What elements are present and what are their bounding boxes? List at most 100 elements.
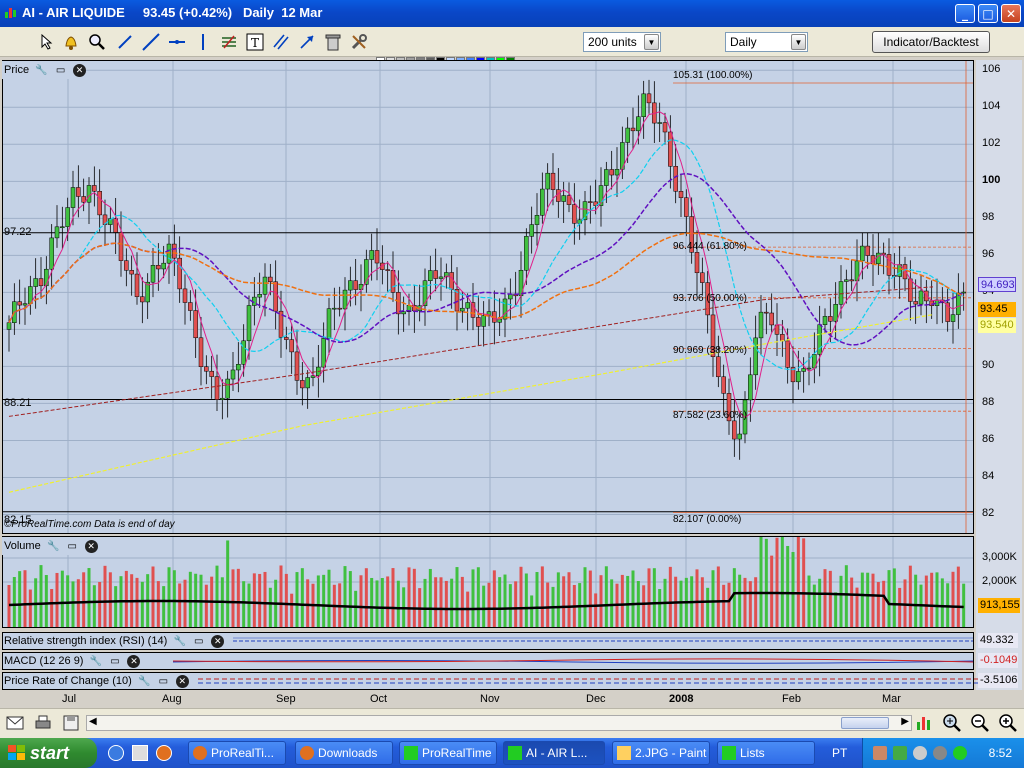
horizontal-line-tool-icon[interactable] — [166, 31, 188, 53]
start-button[interactable]: start — [0, 738, 97, 768]
volume-bar — [935, 572, 939, 627]
volume-bar — [748, 581, 752, 627]
channel-tool-icon[interactable] — [218, 31, 240, 53]
candle-body — [961, 291, 966, 294]
scroll-left-icon[interactable]: ◀ — [89, 716, 97, 727]
wrench-icon[interactable]: 🔧 — [138, 675, 151, 688]
mail-icon[interactable] — [4, 712, 26, 734]
indicator-backtest-button[interactable]: Indicator/Backtest — [872, 31, 990, 53]
tray-security-icon[interactable] — [933, 746, 947, 760]
parallel-lines-tool-icon[interactable] — [270, 31, 292, 53]
scroll-thumb[interactable] — [841, 717, 889, 729]
task-air-liquide[interactable]: AI - AIR L... — [503, 741, 605, 765]
maximize-button[interactable]: □ — [978, 4, 998, 23]
text-tool-icon[interactable]: T — [244, 31, 266, 53]
price-axis-tick: 86 — [982, 433, 995, 446]
window-icon[interactable]: ▭ — [54, 64, 67, 77]
volume-bar — [679, 580, 683, 627]
volume-bar — [498, 577, 502, 627]
language-indicator[interactable]: PT — [832, 746, 847, 760]
zoom-out-icon[interactable] — [969, 712, 991, 734]
candle-body — [764, 311, 769, 314]
desktop-quicklaunch-icon[interactable] — [132, 745, 148, 761]
price-chart[interactable] — [3, 61, 973, 533]
wrench-icon[interactable]: 🔧 — [173, 635, 186, 648]
volume-bar — [343, 566, 347, 627]
zoom-in-icon[interactable] — [997, 712, 1019, 734]
task-downloads[interactable]: Downloads — [295, 741, 393, 765]
candle-body — [758, 311, 764, 339]
close-pane-icon[interactable]: ✕ — [127, 654, 141, 668]
chart-settings-icon[interactable] — [913, 712, 935, 734]
horizontal-scrollbar[interactable]: ◀ ▶ — [86, 715, 912, 731]
volume-bar — [620, 574, 624, 627]
candle-body — [700, 272, 705, 283]
window-icon[interactable]: ▭ — [108, 655, 121, 668]
firefox-quicklaunch-icon[interactable] — [156, 745, 172, 761]
wrench-icon[interactable]: 🔧 — [35, 64, 48, 77]
wrench-icon[interactable]: 🔧 — [89, 655, 102, 668]
volume-pane[interactable] — [2, 536, 974, 628]
volume-bar — [908, 565, 912, 627]
task-prorealtime-browser[interactable]: ProRealTi... — [188, 741, 286, 765]
task-lists[interactable]: Lists — [717, 741, 815, 765]
close-pane-icon[interactable]: ✕ — [175, 674, 189, 688]
period-select[interactable]: Daily ▼ — [725, 32, 808, 52]
task-paint[interactable]: 2.JPG - Paint — [612, 741, 710, 765]
candle-body — [865, 245, 870, 256]
volume-bar — [588, 570, 592, 627]
close-pane-icon[interactable]: ✕ — [73, 63, 87, 77]
wrench-icon[interactable]: 🔧 — [47, 540, 60, 553]
volume-bar — [626, 575, 630, 627]
volume-bar — [882, 580, 886, 627]
units-select[interactable]: 200 units ▼ — [583, 32, 661, 52]
tray-app-icon[interactable] — [873, 746, 887, 760]
window-icon[interactable]: ▭ — [192, 635, 205, 648]
zoom-fit-icon[interactable] — [941, 712, 963, 734]
ie-quicklaunch-icon[interactable] — [108, 745, 124, 761]
chevron-down-icon[interactable]: ▼ — [644, 34, 659, 50]
window-icon[interactable]: ▭ — [157, 675, 170, 688]
save-icon[interactable] — [60, 712, 82, 734]
macd-label: MACD (12 26 9) — [4, 655, 84, 667]
candle-body — [545, 172, 550, 190]
candle-body — [65, 207, 70, 228]
macd-pane[interactable] — [2, 652, 974, 670]
candle-body — [262, 276, 268, 295]
arrow-tool-icon[interactable] — [296, 31, 318, 53]
scroll-right-icon[interactable]: ▶ — [901, 716, 909, 727]
volume-chart[interactable] — [3, 537, 973, 627]
tray-network-icon[interactable] — [893, 746, 907, 760]
close-pane-icon[interactable]: ✕ — [84, 539, 98, 553]
line-tool-icon[interactable] — [114, 31, 136, 53]
candle-body — [92, 185, 97, 192]
window-icon[interactable]: ▭ — [66, 540, 79, 553]
candle-body — [246, 305, 252, 342]
date-tick: Feb — [782, 693, 801, 705]
chevron-down-icon[interactable]: ▼ — [791, 34, 806, 50]
units-select-value: 200 units — [588, 35, 637, 49]
print-icon[interactable] — [32, 712, 54, 734]
zoom-tool-icon[interactable] — [86, 31, 108, 53]
tray-speaker-icon[interactable] — [913, 746, 927, 760]
volume-bar — [60, 570, 64, 627]
tools-properties-icon[interactable] — [348, 31, 370, 53]
volume-bar — [444, 580, 448, 627]
volume-bar — [348, 571, 352, 627]
price-axis-tick: 96 — [982, 248, 995, 261]
price-chart-pane[interactable] — [2, 60, 974, 534]
trend-line-tool-icon[interactable] — [140, 31, 162, 53]
close-button[interactable]: ✕ — [1001, 4, 1021, 23]
alert-bell-icon[interactable] — [60, 31, 82, 53]
volume-bar — [412, 568, 416, 627]
vertical-line-tool-icon[interactable] — [192, 31, 214, 53]
volume-bar — [460, 576, 464, 627]
task-prorealtime[interactable]: ProRealTime — [399, 741, 497, 765]
candle-body — [129, 270, 134, 275]
delete-trash-icon[interactable] — [322, 31, 344, 53]
tray-messenger-icon[interactable] — [953, 746, 967, 760]
minimize-button[interactable]: _ — [955, 4, 975, 23]
pointer-tool-icon[interactable] — [36, 31, 58, 53]
window-title: AI - AIR LIQUIDE 93.45 (+0.42%) Daily 12… — [22, 5, 323, 20]
close-pane-icon[interactable]: ✕ — [211, 634, 225, 648]
